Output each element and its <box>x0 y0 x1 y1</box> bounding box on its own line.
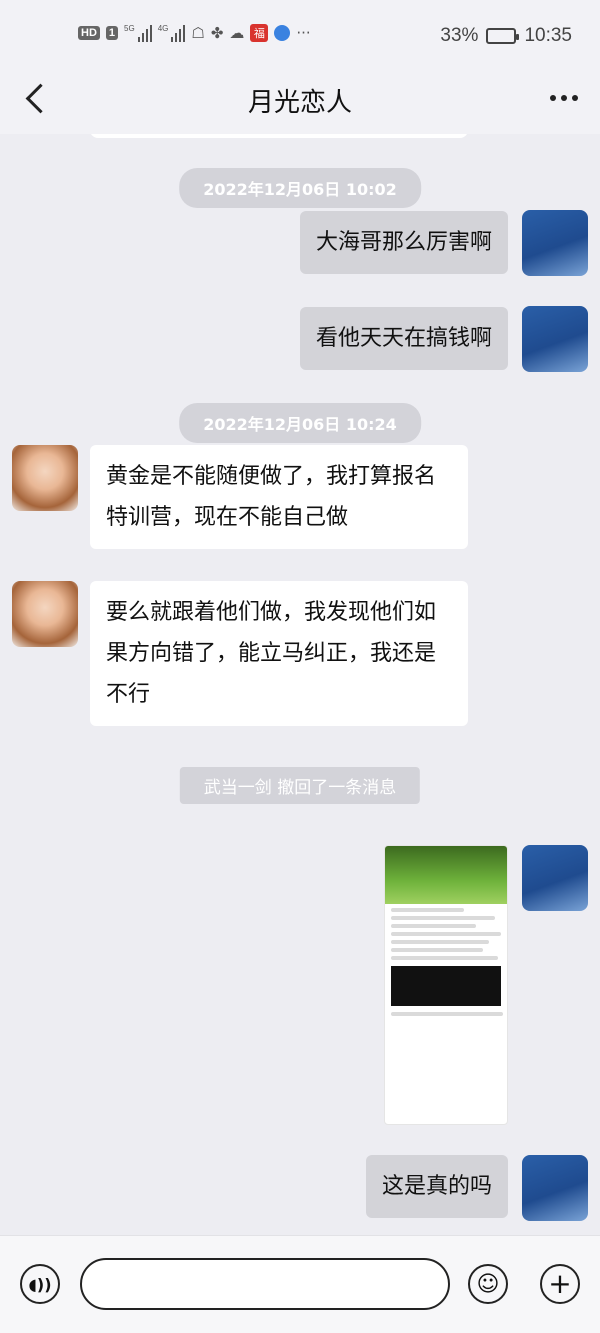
blue-app-icon <box>274 25 291 41</box>
image-header-photo <box>385 846 507 904</box>
recall-notice: 武当一剑 撤回了一条消息 <box>179 767 421 804</box>
red-app-icon: 福 <box>250 24 269 42</box>
app-notification-icon: ☖ <box>191 24 205 42</box>
message-input[interactable] <box>80 1258 450 1310</box>
more-notifications-icon: ··· <box>296 24 311 42</box>
battery-percent: 33% <box>440 25 479 46</box>
cloud-icon: ☁ <box>229 24 245 42</box>
pinwheel-icon: ✤ <box>210 24 224 42</box>
input-bar: ◖)) ☺ + <box>0 1235 600 1333</box>
status-icons: HD 1 5G 4G ☖ ✤ ☁ 福 ··· <box>78 24 311 42</box>
more-dots-icon[interactable] <box>550 86 578 110</box>
timestamp-pill: 2022年12月06日 10:02 <box>179 168 421 208</box>
my-avatar[interactable] <box>522 845 588 911</box>
plus-icon[interactable]: + <box>540 1264 580 1304</box>
timestamp-pill: 2022年12月06日 10:24 <box>179 403 421 443</box>
my-message-bubble[interactable]: 大海哥那么厉害啊 <box>299 211 508 274</box>
my-message-bubble[interactable]: 看他天天在搞钱啊 <box>299 307 508 370</box>
contact-avatar[interactable] <box>12 445 78 511</box>
hd-badge: HD <box>78 26 100 40</box>
image-message[interactable] <box>384 845 508 1125</box>
their-message-bubble[interactable]: 黄金是不能随便做了，我打算报名特训营，现在不能自己做 <box>90 445 468 549</box>
image-dark-block <box>391 966 501 1006</box>
sim-badge: 1 <box>105 26 119 40</box>
my-avatar[interactable] <box>522 1155 588 1221</box>
my-message-bubble[interactable]: 这是真的吗 <box>365 1155 508 1218</box>
my-avatar[interactable] <box>522 306 588 372</box>
emoji-icon[interactable]: ☺ <box>468 1264 508 1304</box>
page-title: 月光恋人 <box>247 88 352 118</box>
battery-icon <box>486 28 520 44</box>
status-right: 33% 10:35 <box>440 25 572 47</box>
signal-5g-icon: 5G <box>124 24 152 42</box>
contact-avatar[interactable] <box>12 581 78 647</box>
signal-4g-icon: 4G <box>158 24 186 42</box>
previous-message-bubble <box>90 134 468 138</box>
their-message-bubble[interactable]: 要么就跟着他们做，我发现他们如果方向错了，能立马纠正，我还是不行 <box>90 581 468 726</box>
voice-icon[interactable]: ◖)) <box>20 1264 60 1304</box>
clock: 10:35 <box>524 25 572 46</box>
chat-header: 月光恋人 <box>0 62 600 134</box>
chat-area[interactable]: 2022年12月06日 10:02 大海哥那么厉害啊 看他天天在搞钱啊 2022… <box>0 134 600 1235</box>
my-avatar[interactable] <box>522 210 588 276</box>
